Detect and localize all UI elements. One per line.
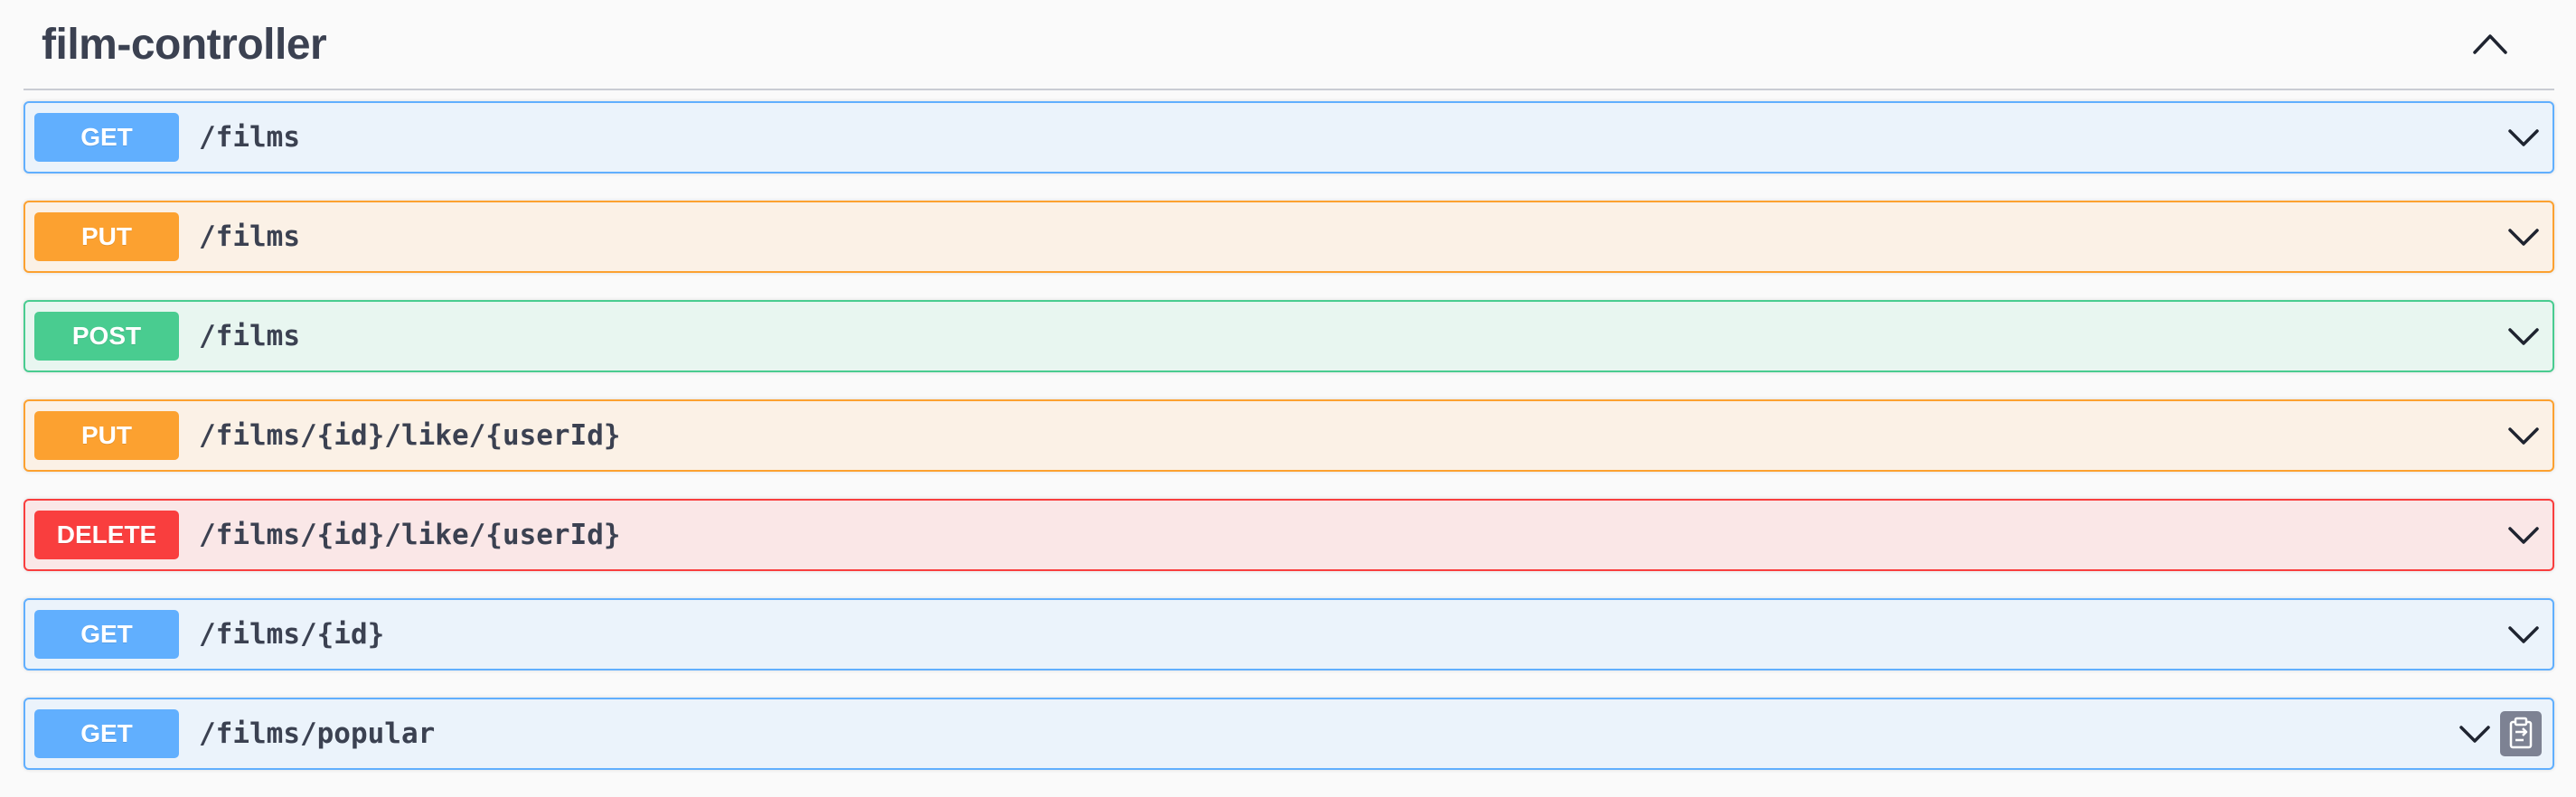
operation-path: /films [199, 320, 300, 352]
tag-header[interactable]: film-controller [24, 0, 2554, 90]
chevron-down-icon[interactable] [2505, 519, 2542, 551]
operation-path: /films [199, 220, 300, 253]
chevron-down-icon[interactable] [2505, 220, 2542, 253]
film-controller-section: film-controller GET /films PUT /films PO… [24, 0, 2554, 770]
operation-path: /films/{id} [199, 618, 385, 651]
method-badge: PUT [34, 212, 179, 261]
tag-title[interactable]: film-controller [42, 20, 327, 70]
chevron-down-icon[interactable] [2505, 419, 2542, 452]
method-badge: GET [34, 113, 179, 162]
chevron-down-icon[interactable] [2505, 618, 2542, 651]
operation-path: /films [199, 121, 300, 154]
operation-get-film-by-id[interactable]: GET /films/{id} [24, 598, 2554, 670]
chevron-down-icon[interactable] [2505, 320, 2542, 352]
operation-get-films-popular[interactable]: GET /films/popular [24, 698, 2554, 770]
operation-put-films[interactable]: PUT /films [24, 201, 2554, 273]
method-badge: DELETE [34, 511, 179, 559]
method-badge: GET [34, 610, 179, 659]
chevron-down-icon[interactable] [2457, 717, 2493, 750]
operation-path: /films/{id}/like/{userId} [199, 519, 621, 551]
operation-post-films[interactable]: POST /films [24, 300, 2554, 372]
operation-put-film-like[interactable]: PUT /films/{id}/like/{userId} [24, 399, 2554, 472]
method-badge: POST [34, 312, 179, 361]
clipboard-icon[interactable] [2500, 711, 2542, 756]
operations-list: GET /films PUT /films POST /films PUT /f… [24, 101, 2554, 797]
operation-path: /films/popular [199, 717, 436, 750]
method-badge: PUT [34, 411, 179, 460]
chevron-up-icon[interactable] [2469, 25, 2511, 61]
method-badge: GET [34, 709, 179, 758]
operation-path: /films/{id}/like/{userId} [199, 419, 621, 452]
operation-delete-film-like[interactable]: DELETE /films/{id}/like/{userId} [24, 499, 2554, 571]
operation-get-films[interactable]: GET /films [24, 101, 2554, 173]
chevron-down-icon[interactable] [2505, 121, 2542, 154]
